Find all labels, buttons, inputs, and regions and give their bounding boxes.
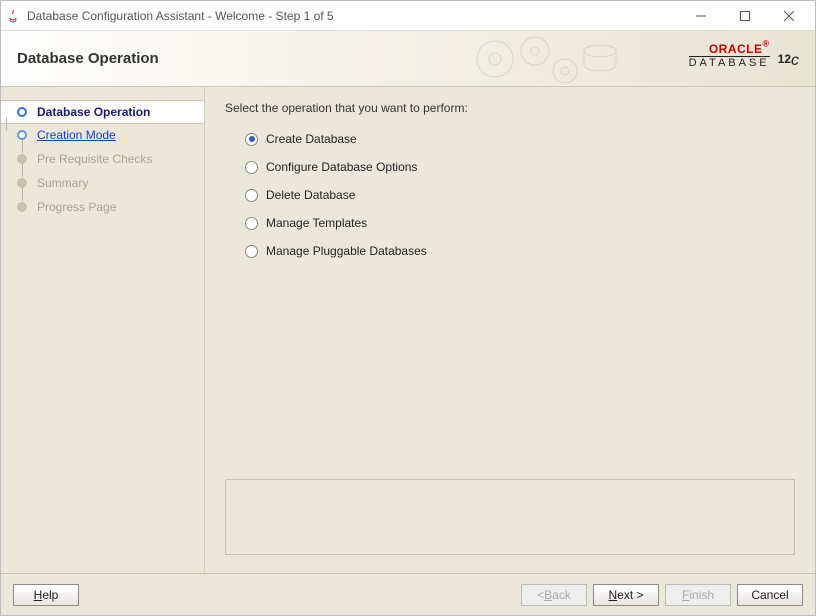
radio-label: Manage Pluggable Databases	[266, 244, 427, 258]
steps-sidebar: Database Operation Creation Mode Pre Req…	[1, 87, 205, 573]
step-label: Pre Requisite Checks	[37, 152, 152, 166]
wizard-header: Database Operation ORACLE® DATABASE 12c	[1, 31, 815, 87]
radio-icon	[245, 161, 258, 174]
instruction-text: Select the operation that you want to pe…	[225, 101, 795, 115]
brand-product: DATABASE	[689, 56, 770, 69]
radio-manage-templates[interactable]: Manage Templates	[245, 209, 795, 237]
radio-icon	[245, 133, 258, 146]
minimize-button[interactable]	[679, 2, 723, 30]
operation-radio-group: Create Database Configure Database Optio…	[225, 125, 795, 265]
window-title: Database Configuration Assistant - Welco…	[27, 9, 679, 23]
radio-icon	[245, 245, 258, 258]
titlebar: Database Configuration Assistant - Welco…	[1, 1, 815, 31]
step-label: Summary	[37, 176, 88, 190]
radio-manage-pluggable-databases[interactable]: Manage Pluggable Databases	[245, 237, 795, 265]
radio-label: Delete Database	[266, 188, 355, 202]
cancel-button[interactable]: Cancel	[737, 584, 803, 606]
radio-delete-database[interactable]: Delete Database	[245, 181, 795, 209]
wizard-footer: Help < Back Next > Finish Cancel	[1, 573, 815, 615]
radio-icon	[245, 189, 258, 202]
close-button[interactable]	[767, 2, 811, 30]
back-button: < Back	[521, 584, 587, 606]
app-window: Database Configuration Assistant - Welco…	[0, 0, 816, 616]
wizard-body: Database Operation Creation Mode Pre Req…	[1, 87, 815, 573]
step-label: Progress Page	[37, 200, 116, 214]
step-label: Creation Mode	[37, 128, 116, 142]
finish-button: Finish	[665, 584, 731, 606]
step-prerequisite-checks: Pre Requisite Checks	[17, 147, 194, 171]
step-dot-icon	[17, 202, 27, 212]
step-dot-icon	[17, 130, 27, 140]
radio-label: Manage Templates	[266, 216, 367, 230]
window-controls	[679, 2, 811, 30]
radio-label: Create Database	[266, 132, 357, 146]
step-dot-icon	[17, 154, 27, 164]
gears-art	[465, 31, 625, 87]
step-creation-mode[interactable]: Creation Mode	[17, 123, 194, 147]
brand-version: 12c	[778, 53, 799, 69]
brand-name: ORACLE®	[709, 39, 770, 56]
step-dot-icon	[17, 178, 27, 188]
content-panel: Select the operation that you want to pe…	[205, 87, 815, 573]
next-button[interactable]: Next >	[593, 584, 659, 606]
step-label: Database Operation	[37, 105, 150, 119]
step-summary: Summary	[17, 171, 194, 195]
oracle-logo: ORACLE® DATABASE 12c	[689, 39, 799, 69]
description-panel	[225, 479, 795, 555]
radio-icon	[245, 217, 258, 230]
step-dot-icon	[17, 107, 27, 117]
maximize-button[interactable]	[723, 2, 767, 30]
step-database-operation[interactable]: Database Operation	[1, 100, 204, 124]
radio-configure-database-options[interactable]: Configure Database Options	[245, 153, 795, 181]
page-title: Database Operation	[17, 50, 159, 67]
java-icon	[5, 8, 21, 24]
step-progress-page: Progress Page	[17, 195, 194, 219]
help-button[interactable]: Help	[13, 584, 79, 606]
radio-label: Configure Database Options	[266, 160, 417, 174]
radio-create-database[interactable]: Create Database	[245, 125, 795, 153]
